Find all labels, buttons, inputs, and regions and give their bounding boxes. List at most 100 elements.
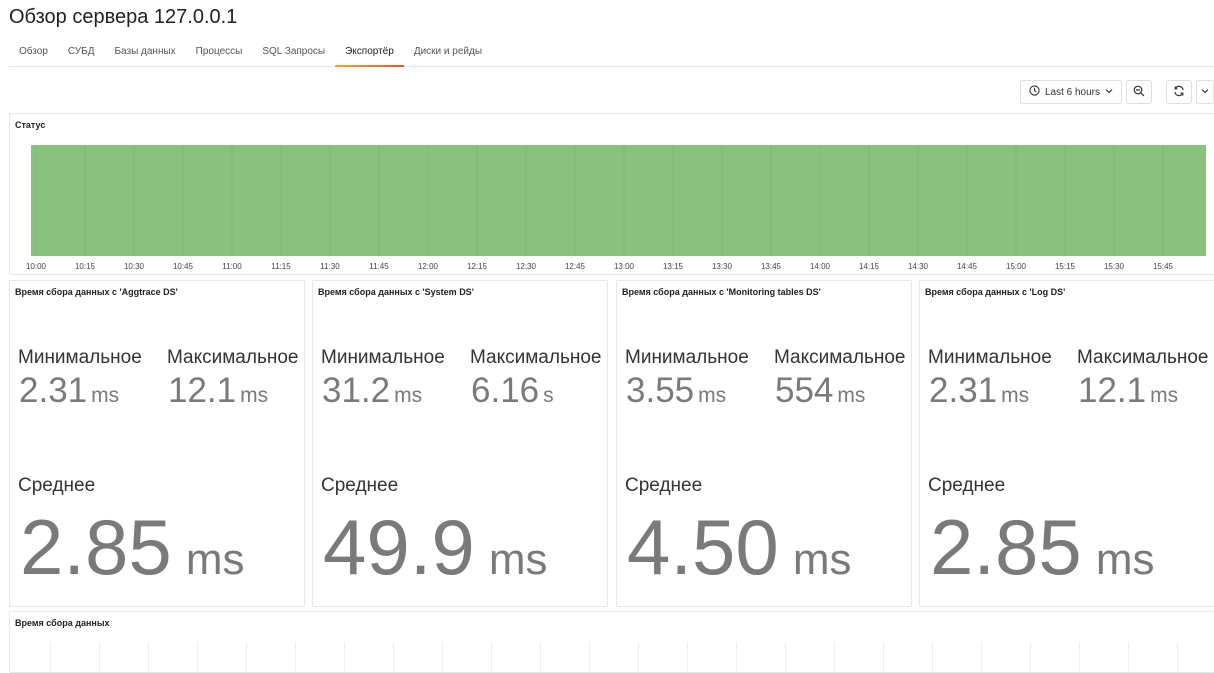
grid-line	[442, 642, 443, 672]
max-number: 12.1	[1078, 371, 1147, 410]
max-label: Максимальное	[774, 347, 906, 368]
stat-panel-monitoring-tables: Время сбора данных с 'Monitoring tables …	[616, 280, 912, 607]
avg-label: Среднее	[18, 475, 96, 496]
time-tick-label: 14:00	[810, 262, 831, 271]
grid-line	[295, 642, 296, 672]
grid-line	[981, 642, 982, 672]
time-tick-label: 15:30	[1104, 262, 1125, 271]
max-number: 12.1	[168, 371, 237, 410]
max-unit: s	[543, 384, 554, 407]
grid-line	[1177, 642, 1178, 672]
min-value: 2.31 ms	[929, 373, 1029, 408]
min-value: 3.55 ms	[626, 373, 726, 408]
tab-dbms[interactable]: СУБД	[58, 42, 105, 65]
avg-value: 49.9 ms	[323, 508, 547, 586]
grid-line	[197, 642, 198, 672]
avg-label: Среднее	[625, 475, 703, 496]
time-tick-label: 12:45	[565, 262, 586, 271]
grid-line	[687, 642, 688, 672]
avg-unit: ms	[1095, 535, 1155, 584]
grid-line	[148, 642, 149, 672]
avg-label: Среднее	[321, 475, 399, 496]
max-value: 12.1 ms	[168, 373, 268, 408]
panel-title: Время сбора данных с 'Monitoring tables …	[622, 287, 821, 297]
max-unit: ms	[837, 384, 866, 407]
max-label: Максимальное	[470, 347, 602, 368]
grid-line	[344, 642, 345, 672]
time-range-label: Last 6 hours	[1044, 86, 1100, 98]
time-tick-label: 11:00	[222, 262, 242, 271]
panel-title: Время сбора данных	[15, 618, 110, 628]
refresh-button[interactable]	[1166, 80, 1192, 104]
avg-number: 2.85	[20, 503, 172, 591]
grid-line	[246, 642, 247, 672]
min-number: 2.31	[19, 371, 88, 410]
time-range-picker[interactable]: Last 6 hours	[1019, 80, 1122, 104]
refresh-icon	[1173, 85, 1185, 100]
min-value: 31.2 ms	[322, 373, 422, 408]
max-unit: ms	[1150, 384, 1179, 407]
avg-unit: ms	[185, 535, 245, 584]
grid-line	[736, 642, 737, 672]
tab-disks-raids[interactable]: Диски и рейды	[404, 42, 492, 65]
stat-panel-system: Время сбора данных с 'System DS' Минимал…	[312, 280, 608, 607]
grid-line	[932, 642, 933, 672]
time-tick-label: 15:00	[1006, 262, 1027, 271]
tab-overview[interactable]: Обзор	[9, 42, 58, 65]
min-unit: ms	[698, 384, 727, 407]
time-tick-label: 13:45	[761, 262, 782, 271]
avg-number: 4.50	[627, 503, 779, 591]
stat-panel-aggtrace: Время сбора данных с 'Aggtrace DS' Миним…	[9, 280, 305, 607]
time-tick-label: 13:00	[614, 262, 635, 271]
panel-title: Время сбора данных с 'Aggtrace DS'	[15, 287, 178, 297]
time-tick-label: 14:45	[957, 262, 978, 271]
min-number: 31.2	[322, 371, 391, 410]
chevron-down-icon	[1201, 87, 1209, 98]
tab-bar: Обзор СУБД Базы данных Процессы SQL Запр…	[9, 42, 1214, 67]
status-panel: Статус 10:00 10:15 10:30 10:45 11:00 11:15 11:…	[9, 113, 1214, 275]
time-tick-label: 13:15	[663, 262, 684, 271]
tab-exporter[interactable]: Экспортёр	[335, 42, 404, 67]
time-tick-label: 12:00	[418, 262, 439, 271]
grid-line	[99, 642, 100, 672]
max-value: 6.16 s	[471, 373, 554, 408]
grid-line	[785, 642, 786, 672]
zoom-out-button[interactable]	[1126, 80, 1152, 104]
min-unit: ms	[1001, 384, 1030, 407]
time-tick-label: 12:30	[516, 262, 537, 271]
avg-number: 2.85	[930, 503, 1082, 591]
panel-title: Время сбора данных с 'System DS'	[318, 287, 474, 297]
tab-databases[interactable]: Базы данных	[104, 42, 185, 65]
max-number: 554	[775, 371, 834, 410]
max-value: 554 ms	[775, 373, 865, 408]
clock-icon	[1029, 85, 1040, 99]
time-tick-label: 15:45	[1153, 262, 1174, 271]
min-label: Минимальное	[928, 347, 1052, 368]
grid-line	[589, 642, 590, 672]
tab-processes[interactable]: Процессы	[186, 42, 253, 65]
grid-line	[491, 642, 492, 672]
grid-line	[834, 642, 835, 672]
max-value: 12.1 ms	[1078, 373, 1178, 408]
avg-number: 49.9	[323, 503, 475, 591]
max-number: 6.16	[471, 371, 540, 410]
collection-time-panel: Время сбора данных	[9, 611, 1214, 673]
grid-line	[1030, 642, 1031, 672]
time-tick-label: 11:30	[320, 262, 340, 271]
max-label: Максимальное	[1077, 347, 1209, 368]
panel-title: Время сбора данных с 'Log DS'	[925, 287, 1066, 297]
min-number: 3.55	[626, 371, 695, 410]
stat-panel-log: Время сбора данных с 'Log DS' Минимально…	[919, 280, 1214, 607]
status-ok-bar	[31, 145, 1206, 256]
grid-line	[393, 642, 394, 672]
time-tick-label: 14:30	[908, 262, 929, 271]
time-tick-label: 10:15	[75, 262, 96, 271]
min-label: Минимальное	[18, 347, 142, 368]
refresh-interval-dropdown[interactable]	[1196, 80, 1214, 104]
status-timeline: 10:00 10:15 10:30 10:45 11:00 11:15 11:30 11:45…	[26, 145, 1206, 271]
tab-sql-queries[interactable]: SQL Запросы	[252, 42, 335, 65]
grid-line	[540, 642, 541, 672]
min-unit: ms	[394, 384, 423, 407]
avg-value: 4.50 ms	[627, 508, 851, 586]
time-tick-label: 10:30	[124, 262, 145, 271]
